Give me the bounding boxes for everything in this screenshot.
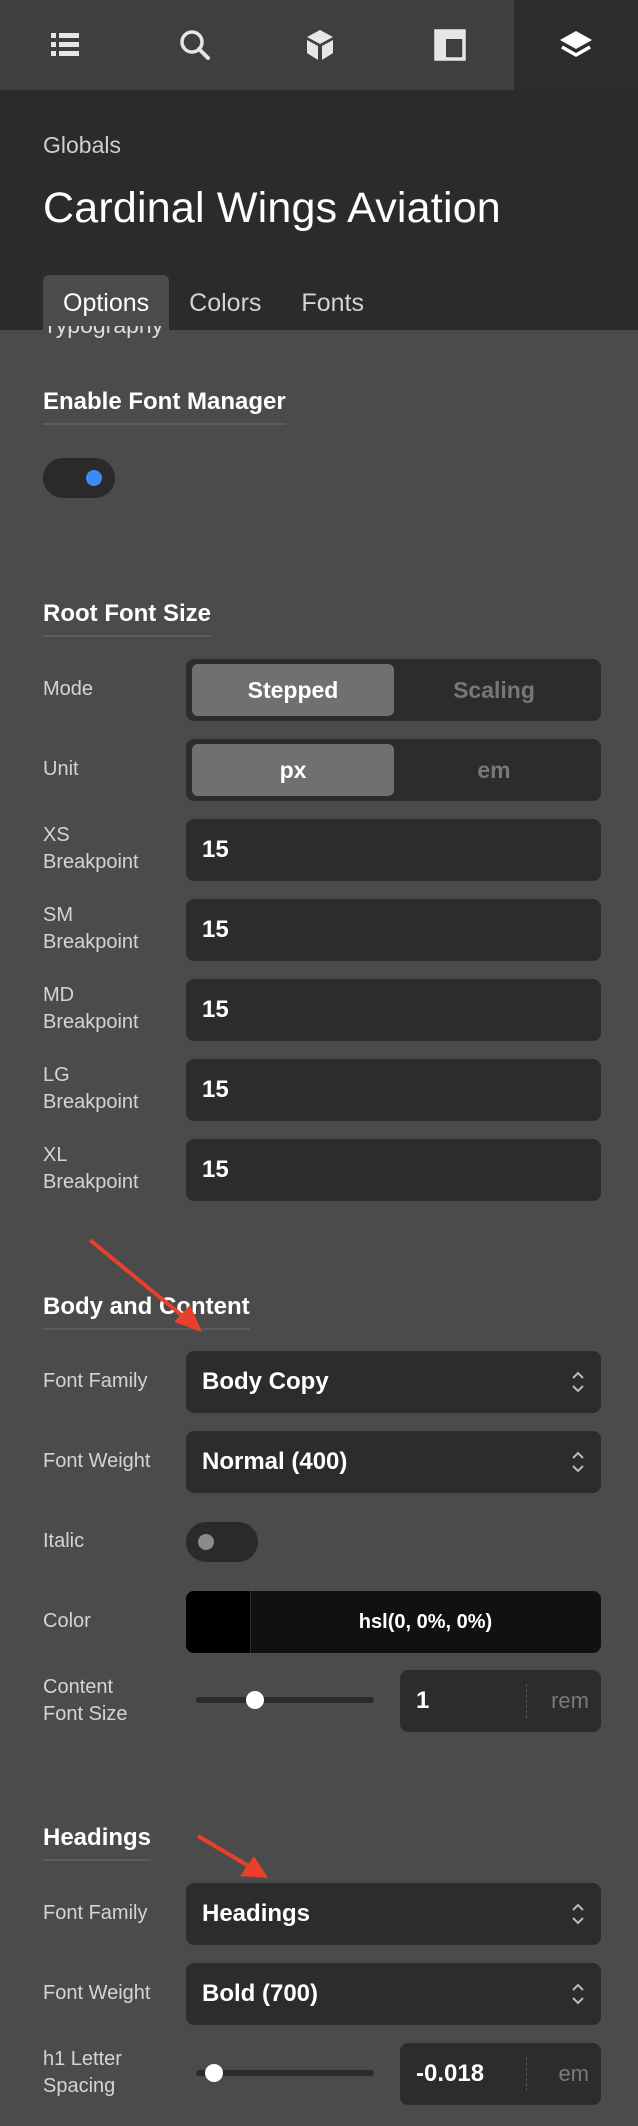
mode-segmented-control: Stepped Scaling: [186, 659, 601, 721]
unit-label: em: [558, 2061, 589, 2086]
lg-breakpoint-input[interactable]: 15: [186, 1059, 601, 1121]
body-font-family-label: Font Family: [43, 1370, 148, 1392]
layout-icon[interactable]: [400, 0, 500, 90]
toggle-knob: [198, 1534, 214, 1550]
cube-icon[interactable]: [270, 0, 370, 90]
chevron-updown-icon: [572, 1903, 584, 1925]
content-font-size-slider[interactable]: [196, 1691, 374, 1709]
h1-letter-spacing-input[interactable]: -0.018 em: [400, 2043, 601, 2105]
color-value: hsl(0, 0%, 0%): [358, 1610, 493, 1633]
tab-fonts[interactable]: Fonts: [281, 275, 384, 331]
font-manager-toggle[interactable]: [43, 458, 115, 498]
h1-letter-spacing-slider[interactable]: [196, 2064, 374, 2082]
list-icon[interactable]: [15, 0, 115, 90]
chevron-updown-icon: [572, 1983, 584, 2005]
italic-label: Italic: [43, 1530, 85, 1552]
xs-breakpoint-label: XS Breakpoint: [43, 824, 139, 873]
color-swatch[interactable]: [186, 1591, 251, 1653]
annotation-arrow: [88, 1238, 202, 1332]
section-heading-root-font-size: Root Font Size: [43, 600, 211, 637]
body-font-family-select[interactable]: Body Copy: [186, 1351, 601, 1413]
partial-section-heading: Typography: [43, 326, 163, 344]
sm-breakpoint-input[interactable]: 15: [186, 899, 601, 961]
headings-font-family-select[interactable]: Headings: [186, 1883, 601, 1945]
unit-segmented-control: px em: [186, 739, 601, 801]
chevron-updown-icon: [572, 1451, 584, 1473]
mode-label: Mode: [43, 678, 94, 700]
md-breakpoint-label: MD Breakpoint: [43, 984, 139, 1033]
section-heading-headings: Headings: [43, 1824, 151, 1861]
search-icon[interactable]: [145, 0, 245, 90]
xl-breakpoint-label: XL Breakpoint: [43, 1144, 139, 1193]
page-title: Cardinal Wings Aviation: [43, 184, 501, 232]
globals-panel: Globals Cardinal Wings Aviation Options …: [0, 0, 638, 2126]
mode-option-scaling[interactable]: Scaling: [393, 664, 595, 716]
toggle-knob: [86, 470, 102, 486]
top-toolbar: [0, 0, 638, 90]
annotation-arrow: [196, 1834, 268, 1878]
headings-font-weight-select[interactable]: Bold (700): [186, 1963, 601, 2025]
content-font-size-input[interactable]: 1 rem: [400, 1670, 601, 1732]
chevron-updown-icon: [572, 1371, 584, 1393]
color-picker[interactable]: hsl(0, 0%, 0%): [186, 1591, 601, 1653]
breadcrumb: Globals: [43, 132, 121, 158]
h1-letter-spacing-label: h1 Letter Spacing: [43, 2048, 122, 2097]
xs-breakpoint-input[interactable]: 15: [186, 819, 601, 881]
md-breakpoint-input[interactable]: 15: [186, 979, 601, 1041]
unit-label: Unit: [43, 758, 79, 780]
section-heading-font-manager: Enable Font Manager: [43, 388, 286, 425]
lg-breakpoint-label: LG Breakpoint: [43, 1064, 139, 1113]
tab-bar: Options Colors Fonts: [43, 275, 384, 331]
unit-option-em[interactable]: em: [393, 744, 595, 796]
slider-thumb[interactable]: [204, 2064, 223, 2082]
italic-toggle[interactable]: [186, 1522, 258, 1562]
body-font-weight-label: Font Weight: [43, 1450, 151, 1472]
slider-thumb[interactable]: [245, 1691, 264, 1709]
headings-font-family-label: Font Family: [43, 1902, 148, 1924]
xl-breakpoint-input[interactable]: 15: [186, 1139, 601, 1201]
sm-breakpoint-label: SM Breakpoint: [43, 904, 139, 953]
unit-label: rem: [551, 1688, 589, 1713]
tab-options[interactable]: Options: [43, 275, 170, 331]
tab-colors[interactable]: Colors: [169, 275, 281, 331]
mode-option-stepped[interactable]: Stepped: [192, 664, 394, 716]
unit-option-px[interactable]: px: [192, 744, 394, 796]
content-font-size-label: Content Font Size: [43, 1676, 128, 1725]
layers-icon[interactable]: [514, 0, 638, 90]
color-label: Color: [43, 1610, 91, 1632]
headings-font-weight-label: Font Weight: [43, 1982, 151, 2004]
body-font-weight-select[interactable]: Normal (400): [186, 1431, 601, 1493]
